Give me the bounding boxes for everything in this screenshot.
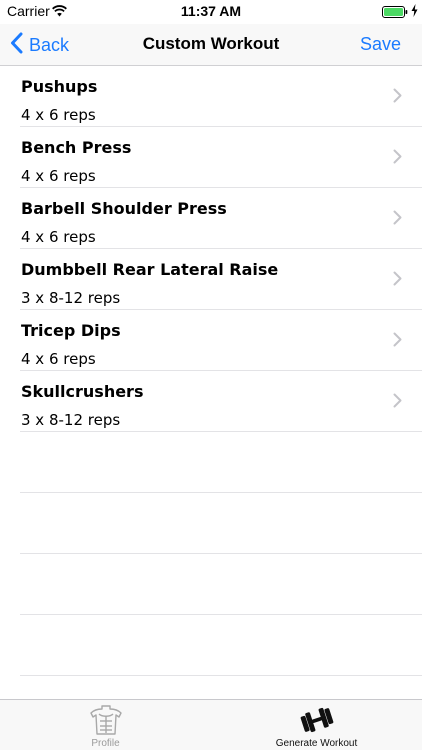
exercise-sets-reps: 4 x 6 reps [21, 106, 96, 124]
exercise-row[interactable]: Dumbbell Rear Lateral Raise 3 x 8-12 rep… [20, 249, 422, 310]
exercise-row[interactable]: Pushups 4 x 6 reps [20, 66, 422, 127]
chevron-right-icon [393, 149, 402, 169]
exercise-name: Tricep Dips [21, 321, 121, 340]
exercise-sets-reps: 3 x 8-12 reps [21, 411, 121, 429]
exercise-name: Bench Press [21, 138, 132, 157]
torso-icon [0, 705, 211, 740]
save-button[interactable]: Save [360, 34, 401, 55]
exercise-name: Skullcrushers [21, 382, 144, 401]
exercise-row[interactable]: Skullcrushers 3 x 8-12 reps [20, 371, 422, 432]
tab-generate-workout[interactable]: Generate Workout [211, 700, 422, 750]
exercise-sets-reps: 3 x 8-12 reps [21, 289, 121, 307]
exercise-name: Barbell Shoulder Press [21, 199, 227, 218]
chevron-right-icon [393, 271, 402, 291]
charging-bolt-icon [411, 4, 418, 22]
battery-icon [382, 5, 408, 23]
exercise-sets-reps: 4 x 6 reps [21, 228, 96, 246]
exercise-name: Dumbbell Rear Lateral Raise [21, 260, 279, 279]
exercise-row[interactable]: Bench Press 4 x 6 reps [20, 127, 422, 188]
exercise-list: Pushups 4 x 6 reps Bench Press 4 x 6 rep… [0, 66, 422, 698]
exercise-sets-reps: 4 x 6 reps [21, 167, 96, 185]
chevron-right-icon [393, 88, 402, 108]
exercise-name: Pushups [21, 77, 98, 96]
dumbbell-icon [211, 705, 422, 740]
exercise-row[interactable]: Barbell Shoulder Press 4 x 6 reps [20, 188, 422, 249]
tab-generate-workout-label: Generate Workout [275, 738, 358, 749]
tab-profile[interactable]: Profile [0, 700, 211, 750]
navigation-bar: Back Custom Workout Save [0, 24, 422, 66]
chevron-right-icon [393, 332, 402, 352]
status-time: 11:37 AM [180, 3, 242, 19]
exercise-row[interactable]: Tricep Dips 4 x 6 reps [20, 310, 422, 371]
empty-row-separator [20, 493, 422, 554]
chevron-right-icon [393, 393, 402, 413]
chevron-right-icon [393, 210, 402, 230]
empty-row-separator [20, 615, 422, 676]
exercise-sets-reps: 4 x 6 reps [21, 350, 96, 368]
tab-profile-label: Profile [91, 738, 120, 749]
empty-row-separator [20, 432, 422, 493]
page-title: Custom Workout [142, 34, 280, 53]
empty-row-separator [20, 554, 422, 615]
tab-bar: Profile Generate Workout [0, 699, 422, 750]
status-bar: Carrier 11:37 AM [0, 0, 422, 24]
